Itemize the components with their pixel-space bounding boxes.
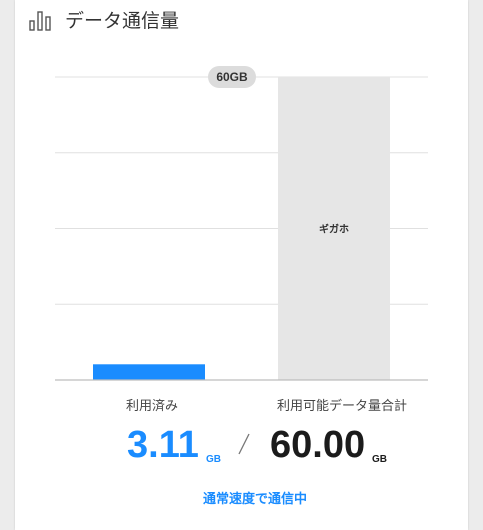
usage-bar-chart: ギガホ 60GB [55,66,428,381]
total-label: 利用可能データ量合計 [276,399,407,414]
separator-slash [238,433,250,455]
total-unit: GB [372,454,387,465]
used-value: 3.11 [127,424,199,466]
plan-name-label: ギガホ [319,223,349,236]
data-usage-card: データ通信量 ギガホ 60GB 利用済み 利用可能データ量合計 3.11 GB … [15,0,468,530]
used-label: 利用済み [125,399,178,414]
connection-status: 通常速度で通信中 [202,492,307,507]
bar-used [93,364,205,380]
total-value: 60.00 [270,424,366,466]
capacity-badge-text: 60GB [216,70,248,84]
used-unit: GB [206,454,221,465]
